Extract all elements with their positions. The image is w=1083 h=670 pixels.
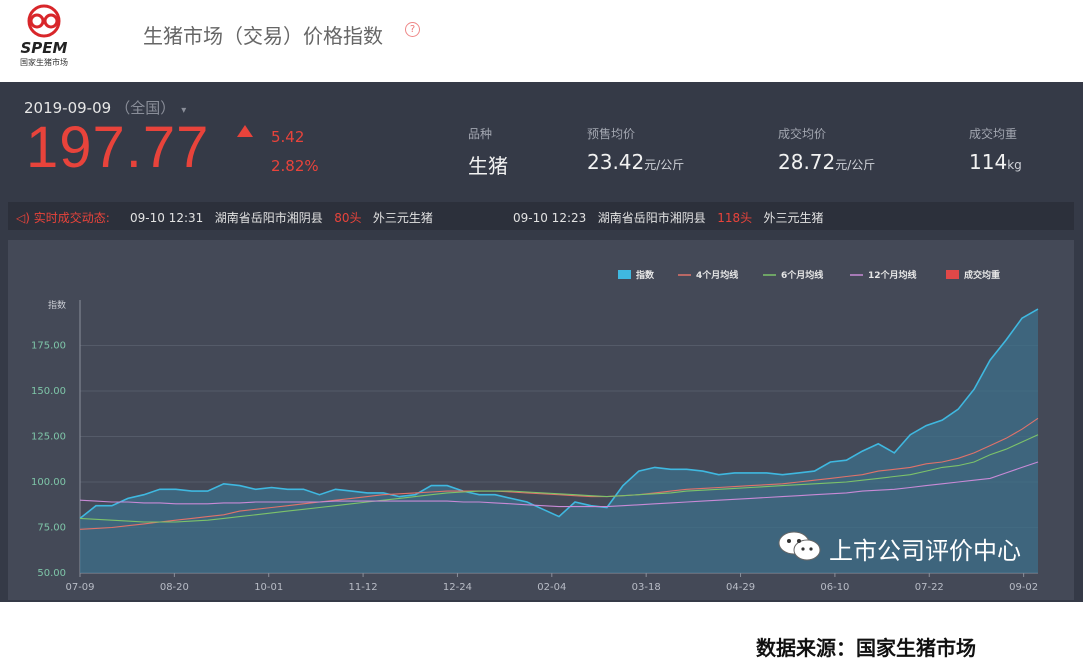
ticker-place: 湖南省岳阳市湘阴县 <box>597 211 706 225</box>
stat-value: 生猪 <box>468 154 508 178</box>
x-tick-label: 08-20 <box>160 582 189 593</box>
up-arrow-icon <box>237 125 253 137</box>
legend-swatch <box>946 270 959 279</box>
index-panel: 2019-09-09 （全国） ▾ 197.77 5.42 2.82% 品种 生猪 … <box>0 82 1083 602</box>
y-tick-label: 75.00 <box>37 523 66 534</box>
stat-value: 114 <box>969 150 1008 174</box>
wechat-icon <box>778 531 821 561</box>
logo-text: SPEM <box>20 39 68 57</box>
logo-subtitle: 国家生猪市场 <box>20 58 68 67</box>
ticker-place: 湖南省岳阳市湘阴县 <box>214 211 323 225</box>
stat-value: 28.72 <box>778 150 836 174</box>
ticker-item[interactable]: 09-10 12:23 湖南省岳阳市湘阴县 118头 外三元生猪 <box>513 209 824 226</box>
y-tick-label: 50.00 <box>37 568 66 579</box>
legend-label: 指数 <box>636 269 655 281</box>
legend-label: 4个月均线 <box>696 269 738 281</box>
change-absolute: 5.42 <box>271 128 305 146</box>
speaker-icon: ◁) <box>16 211 30 225</box>
ticker-item[interactable]: 09-10 12:31 湖南省岳阳市湘阴县 80头 外三元生猪 <box>130 209 433 226</box>
x-tick-label: 07-22 <box>915 582 944 593</box>
ticker-heads: 118头 <box>717 211 753 225</box>
stat-breed: 品种 生猪 <box>468 125 508 179</box>
legend-label: 12个月均线 <box>868 269 917 281</box>
ticker-time: 09-10 12:23 <box>513 211 587 225</box>
change-percent: 2.82% <box>271 157 319 175</box>
x-tick-label: 02-04 <box>537 582 566 593</box>
page: SPEM 国家生猪市场 生猪市场（交易）价格指数 ? 2019-09-09 （全国… <box>0 0 1083 670</box>
ticker-breed: 外三元生猪 <box>763 211 824 225</box>
stat-deal-price: 成交均价 28.72元/公斤 <box>778 125 875 174</box>
spem-logo-mark-icon <box>27 4 61 38</box>
legend-label: 6个月均线 <box>781 269 823 281</box>
stat-unit: kg <box>1007 158 1022 172</box>
watermark-text: 上市公司评价中心 <box>829 537 1021 565</box>
y-tick-label: 125.00 <box>31 432 66 443</box>
x-tick-label: 12-24 <box>443 582 472 593</box>
x-tick-label: 03-18 <box>632 582 661 593</box>
ticker-time: 09-10 12:31 <box>130 211 204 225</box>
stat-label: 成交均重 <box>969 127 1018 141</box>
y-tick-label: 150.00 <box>31 386 66 397</box>
top-header: SPEM 国家生猪市场 生猪市场（交易）价格指数 ? <box>0 0 1083 82</box>
y-axis-label: 指数 <box>48 299 66 311</box>
ticker-heads: 80头 <box>334 211 362 225</box>
x-tick-label: 11-12 <box>349 582 378 593</box>
stat-value: 23.42 <box>587 150 645 174</box>
stat-label: 成交均价 <box>778 127 827 141</box>
data-source: 数据来源：国家生猪市场 <box>756 636 976 660</box>
x-tick-label: 06-10 <box>820 582 849 593</box>
x-tick-label: 10-01 <box>254 582 283 593</box>
stat-unit: 元/公斤 <box>835 158 876 172</box>
x-tick-label: 07-09 <box>65 582 94 593</box>
stat-label: 品种 <box>468 127 493 141</box>
ticker-label: ◁) 实时成交动态: <box>16 209 110 226</box>
live-deal-ticker: ◁) 实时成交动态: 09-10 12:31 湖南省岳阳市湘阴县 80头 外三元… <box>8 202 1074 230</box>
y-tick-label: 100.00 <box>31 477 66 488</box>
legend-label: 成交均重 <box>964 269 1000 281</box>
stat-presale-price: 预售均价 23.42元/公斤 <box>587 125 684 174</box>
legend-swatch <box>618 270 631 279</box>
page-title: 生猪市场（交易）价格指数 <box>143 24 383 48</box>
stat-unit: 元/公斤 <box>644 158 685 172</box>
ticker-label-text: 实时成交动态: <box>33 211 110 225</box>
help-icon[interactable]: ? <box>405 22 420 37</box>
x-tick-label: 04-29 <box>726 582 755 593</box>
spem-logo[interactable]: SPEM 国家生猪市场 <box>8 4 80 70</box>
stat-label: 预售均价 <box>587 127 636 141</box>
ticker-breed: 外三元生猪 <box>372 211 433 225</box>
watermark: 上市公司评价中心 <box>777 526 1047 566</box>
x-tick-label: 09-02 <box>1009 582 1038 593</box>
y-tick-label: 175.00 <box>31 341 66 352</box>
index-value: 197.77 <box>26 115 210 180</box>
stat-deal-weight: 成交均重 114kg <box>969 125 1022 174</box>
